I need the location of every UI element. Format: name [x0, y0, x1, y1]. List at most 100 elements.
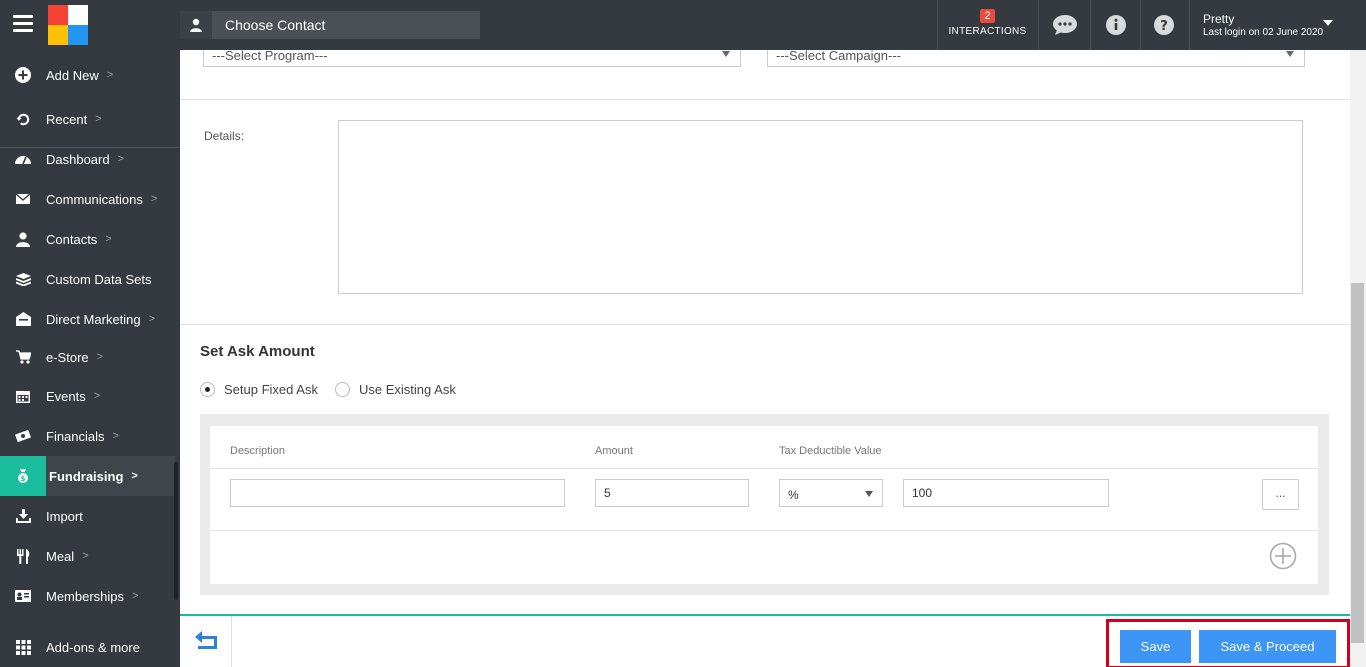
chevron-right-icon: >	[132, 590, 139, 602]
action-buttons-highlight: Save Save & Proceed	[1106, 619, 1350, 667]
mailbox-icon	[0, 312, 46, 326]
sidebar-item-fundraising[interactable]: $ Fundraising >	[0, 456, 175, 496]
money-bag-icon: $	[0, 456, 46, 496]
info-icon[interactable]	[1091, 0, 1141, 50]
divider	[180, 324, 1350, 325]
sidebar-item-label: Add-ons & more	[46, 639, 140, 655]
divider	[1189, 0, 1190, 50]
chevron-right-icon: >	[131, 470, 138, 482]
chat-icon[interactable]	[1040, 0, 1090, 50]
chevron-right-icon: >	[148, 313, 156, 325]
sidebar-item-add-ons[interactable]: Add-ons & more	[0, 627, 175, 667]
chevron-down-icon	[865, 491, 873, 497]
back-button[interactable]	[180, 616, 232, 667]
sidebar-item-custom-data-sets[interactable]: Custom Data Sets	[0, 259, 175, 299]
sidebar-item-label: Memberships	[46, 588, 125, 604]
column-header-amount: Amount	[595, 445, 633, 457]
divider	[210, 530, 1318, 531]
interactions-button[interactable]: 2 INTERACTIONS	[938, 0, 1037, 50]
radio-unselected-icon	[335, 382, 350, 397]
sidebar-item-memberships[interactable]: Memberships >	[0, 576, 175, 616]
setup-fixed-ask-radio[interactable]: Setup Fixed Ask	[200, 382, 318, 397]
column-header-description: Description	[230, 445, 286, 457]
main-content: ---Select Program--- ---Select Campaign-…	[180, 50, 1350, 615]
add-row-icon[interactable]	[1269, 542, 1297, 573]
cart-icon	[0, 350, 46, 364]
sidebar-item-add-new[interactable]: Add New >	[0, 55, 175, 95]
chevron-right-icon: >	[82, 550, 89, 562]
chevron-right-icon: >	[93, 390, 101, 402]
tax-value-input[interactable]: 100	[903, 479, 1109, 507]
sidebar-item-recent[interactable]: Recent >	[0, 99, 175, 139]
radio-selected-icon	[200, 382, 215, 397]
more-options-button[interactable]: ...	[1262, 479, 1299, 510]
download-icon	[0, 509, 46, 523]
sidebar-item-label: Meal	[46, 548, 75, 564]
money-icon	[0, 430, 46, 442]
choose-contact-field[interactable]: Choose Contact	[180, 11, 480, 39]
amount-input[interactable]: 5	[595, 479, 749, 507]
sidebar-item-label: Communications	[46, 191, 143, 207]
grid-icon	[0, 639, 46, 655]
sidebar-scrollbar[interactable]	[174, 462, 178, 600]
program-select-value: ---Select Program---	[212, 50, 328, 63]
sidebar-item-contacts[interactable]: Contacts >	[0, 219, 175, 259]
app-logo[interactable]	[48, 5, 88, 45]
menu-icon[interactable]	[13, 15, 33, 35]
sidebar: Add New > Recent > Dashboard > Communicatio…	[0, 50, 180, 667]
campaign-select[interactable]: ---Select Campaign---	[767, 50, 1305, 67]
sidebar-item-meal[interactable]: Meal >	[0, 536, 175, 576]
sidebar-item-label: Financials	[46, 428, 105, 444]
dashboard-icon	[0, 152, 46, 166]
contact-user-icon	[180, 11, 212, 39]
sidebar-item-label: Fundraising	[49, 468, 124, 484]
save-button[interactable]: Save	[1120, 630, 1191, 663]
tax-type-select[interactable]: %	[779, 479, 883, 507]
cutlery-icon	[0, 548, 46, 564]
help-icon[interactable]: ?	[1139, 0, 1189, 50]
sidebar-item-import[interactable]: Import	[0, 496, 175, 536]
ask-amount-table: Description Amount Tax Deductible Value …	[210, 426, 1318, 584]
back-arrow-icon	[192, 629, 220, 654]
sidebar-item-financials[interactable]: Financials >	[0, 416, 175, 456]
sidebar-item-label: Custom Data Sets	[46, 271, 152, 287]
program-select[interactable]: ---Select Program---	[203, 50, 741, 67]
chevron-right-icon: >	[96, 351, 104, 363]
chevron-right-icon: >	[117, 153, 125, 165]
chevron-down-icon	[1286, 51, 1294, 57]
radio-label: Setup Fixed Ask	[224, 382, 318, 397]
sidebar-item-events[interactable]: Events >	[0, 376, 175, 416]
description-input[interactable]	[230, 479, 565, 507]
details-textarea[interactable]	[338, 120, 1303, 294]
sidebar-item-label: e-Store	[46, 349, 89, 365]
top-bar: Choose Contact 2 INTERACTIONS ? Pretty L…	[0, 0, 1366, 50]
user-menu-caret-icon[interactable]	[1323, 20, 1333, 26]
sidebar-item-label: Add New	[46, 67, 99, 83]
save-and-proceed-button[interactable]: Save & Proceed	[1199, 630, 1336, 663]
sidebar-item-dashboard[interactable]: Dashboard >	[0, 139, 175, 179]
chevron-down-icon	[722, 51, 730, 57]
interactions-badge: 2	[980, 9, 995, 23]
ask-amount-panel: Description Amount Tax Deductible Value …	[200, 414, 1329, 595]
set-ask-amount-title: Set Ask Amount	[200, 343, 315, 360]
calendar-icon	[0, 389, 46, 403]
svg-text:$: $	[21, 475, 26, 483]
sidebar-item-label: Events	[46, 388, 86, 404]
sidebar-item-label: Contacts	[46, 231, 98, 247]
chevron-right-icon: >	[95, 113, 102, 125]
tax-type-value: %	[788, 488, 799, 502]
stack-icon	[0, 272, 46, 286]
use-existing-ask-radio[interactable]: Use Existing Ask	[335, 382, 456, 397]
sidebar-item-e-store[interactable]: e-Store >	[0, 337, 175, 377]
page-scrollbar-thumb[interactable]	[1351, 283, 1364, 643]
sidebar-item-direct-marketing[interactable]: Direct Marketing >	[0, 299, 175, 339]
details-label: Details:	[204, 129, 245, 143]
form-footer: Save Save & Proceed	[180, 614, 1350, 667]
column-header-tax: Tax Deductible Value	[779, 445, 882, 457]
user-name[interactable]: Pretty	[1203, 12, 1234, 26]
chevron-right-icon: >	[106, 69, 114, 81]
chevron-right-icon: >	[112, 430, 119, 442]
radio-label: Use Existing Ask	[359, 382, 456, 397]
divider	[180, 99, 1350, 100]
sidebar-item-communications[interactable]: Communications >	[0, 179, 175, 219]
